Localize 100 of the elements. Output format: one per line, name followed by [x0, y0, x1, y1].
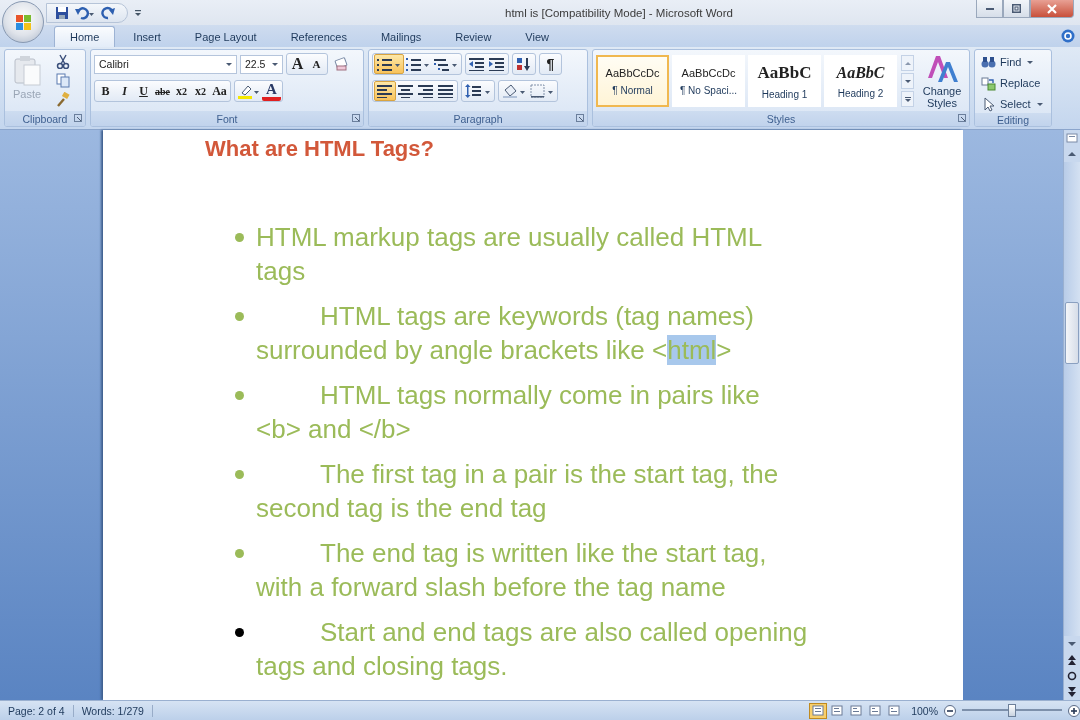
help-icon	[1061, 29, 1075, 43]
launcher-icon	[958, 114, 966, 122]
select-button[interactable]: Select	[981, 95, 1048, 113]
scroll-down-button[interactable]	[901, 73, 914, 89]
style-item[interactable]: AaBbC Heading 2	[824, 55, 897, 107]
caret-icon	[1068, 152, 1076, 156]
dropdown-arrow-icon	[272, 62, 278, 66]
dialog-launcher-button[interactable]	[74, 114, 82, 122]
save-icon	[55, 5, 69, 20]
scroll-thumb[interactable]	[1065, 302, 1079, 364]
zoom-out-button[interactable]	[944, 704, 956, 717]
align-left-icon	[377, 84, 393, 98]
bullet-list-icon	[377, 57, 401, 71]
align-left-button[interactable]	[374, 81, 396, 101]
office-logo-icon	[15, 14, 31, 30]
font-name-field[interactable]: Calibri	[94, 54, 237, 74]
draft-icon	[888, 705, 901, 716]
ribbon-tab[interactable]: References	[274, 26, 363, 47]
eraser-icon	[333, 56, 349, 72]
launcher-icon	[74, 114, 82, 122]
cut-button[interactable]	[56, 53, 70, 69]
ribbon-tab[interactable]: Page Layout	[178, 26, 273, 47]
highlighter-icon	[238, 83, 260, 99]
ruler-icon	[1066, 132, 1078, 144]
slider-thumb[interactable]	[1008, 704, 1016, 717]
double-up-arrow-icon	[1067, 655, 1077, 665]
full-screen-icon	[831, 705, 844, 716]
close-button[interactable]	[1030, 0, 1074, 18]
ribbon-tab[interactable]: Mailings	[364, 26, 438, 47]
replace-button[interactable]: Replace	[981, 74, 1048, 92]
document-heading: What are HTML Tags?	[205, 136, 435, 163]
change-styles-button[interactable]: Change Styles	[918, 53, 966, 111]
clipboard-icon	[12, 55, 42, 86]
circle-icon	[1067, 671, 1077, 681]
print-layout-button[interactable]	[809, 702, 828, 719]
dropdown-arrow-icon	[226, 62, 232, 66]
ribbon-tab[interactable]: Home	[54, 26, 116, 47]
view-ruler-button[interactable]	[1064, 130, 1080, 146]
format-painter-button[interactable]	[56, 91, 70, 107]
caret-icon	[904, 78, 911, 84]
cursor-icon	[981, 96, 996, 112]
align-right-icon	[418, 84, 434, 98]
web-layout-icon	[850, 705, 863, 716]
show-marks-button[interactable]: ¶	[541, 54, 560, 74]
styles-icon	[926, 54, 958, 82]
style-item[interactable]: AaBbC Heading 1	[748, 55, 821, 107]
caret-icon	[904, 60, 911, 66]
undo-button[interactable]	[75, 4, 95, 21]
dialog-launcher-button[interactable]	[352, 114, 360, 122]
page-count[interactable]: Page: 2 of 4	[0, 704, 74, 717]
double-down-arrow-icon	[1067, 687, 1077, 697]
minimize-icon	[985, 7, 994, 10]
font-color-button[interactable]: A	[262, 81, 281, 101]
shrink-font-button[interactable]: A	[307, 54, 326, 74]
style-item[interactable]: AaBbCcDc ¶ Normal	[596, 55, 669, 107]
strikethrough-button[interactable]: abe	[153, 81, 172, 101]
group-label: Paragraph	[453, 112, 503, 125]
save-button[interactable]	[55, 4, 69, 21]
scroll-up-button[interactable]	[901, 55, 914, 71]
redo-button[interactable]	[101, 4, 115, 21]
copy-icon	[56, 72, 70, 88]
find-button[interactable]: Find	[981, 53, 1048, 71]
window-title: html is [Compatibility Mode] - Microsoft Word	[504, 6, 734, 19]
bullet-text: HTML tags normally come in pairs like <b> and </b>	[256, 379, 761, 446]
more-styles-button[interactable]	[901, 91, 914, 107]
minimize-button[interactable]	[976, 0, 1003, 18]
word-count[interactable]: Words: 1/279	[73, 704, 153, 717]
scissors-icon	[56, 53, 70, 69]
group-label: Editing	[996, 113, 1030, 126]
change-case-button[interactable]: Aa	[210, 81, 229, 101]
font-size-field[interactable]: 22.5	[240, 54, 283, 74]
style-item[interactable]: AaBbCcDc ¶ No Spaci...	[672, 55, 745, 107]
align-center-icon	[398, 84, 414, 98]
outline-icon	[869, 705, 882, 716]
bullet-text: The first tag in a pair is the start tag, the second tag is the end tag	[256, 458, 780, 525]
help-button[interactable]	[1061, 29, 1075, 43]
group-label: Styles	[766, 112, 796, 125]
bullet-text: HTML tags are keywords (tag names) surrounded by angle brackets like <html>	[256, 300, 755, 367]
zoom-in-button[interactable]	[1068, 704, 1080, 717]
restore-button[interactable]	[1003, 0, 1030, 18]
underline-button[interactable]: U	[134, 81, 153, 101]
dialog-launcher-button[interactable]	[958, 114, 966, 122]
justify-icon	[438, 84, 454, 98]
italic-button[interactable]: I	[115, 81, 134, 101]
minus-icon	[944, 704, 956, 717]
paintbrush-icon	[56, 91, 70, 107]
ribbon-tab[interactable]: Review	[439, 26, 508, 47]
borders-button[interactable]	[528, 81, 556, 101]
ribbon-tab[interactable]: Insert	[117, 26, 177, 47]
multilevel-list-icon	[434, 57, 458, 71]
caret-icon	[904, 96, 911, 102]
bullet-list-button[interactable]	[374, 54, 404, 74]
grow-font-button[interactable]: A	[288, 54, 307, 74]
dialog-launcher-button[interactable]	[576, 114, 584, 122]
zoom-level[interactable]: 100%	[911, 704, 938, 717]
increase-indent-icon	[489, 57, 505, 71]
bold-button[interactable]: B	[96, 81, 115, 101]
group-label: Clipboard	[22, 112, 68, 125]
office-button[interactable]	[2, 1, 44, 43]
ribbon-tab[interactable]: View	[509, 26, 565, 47]
